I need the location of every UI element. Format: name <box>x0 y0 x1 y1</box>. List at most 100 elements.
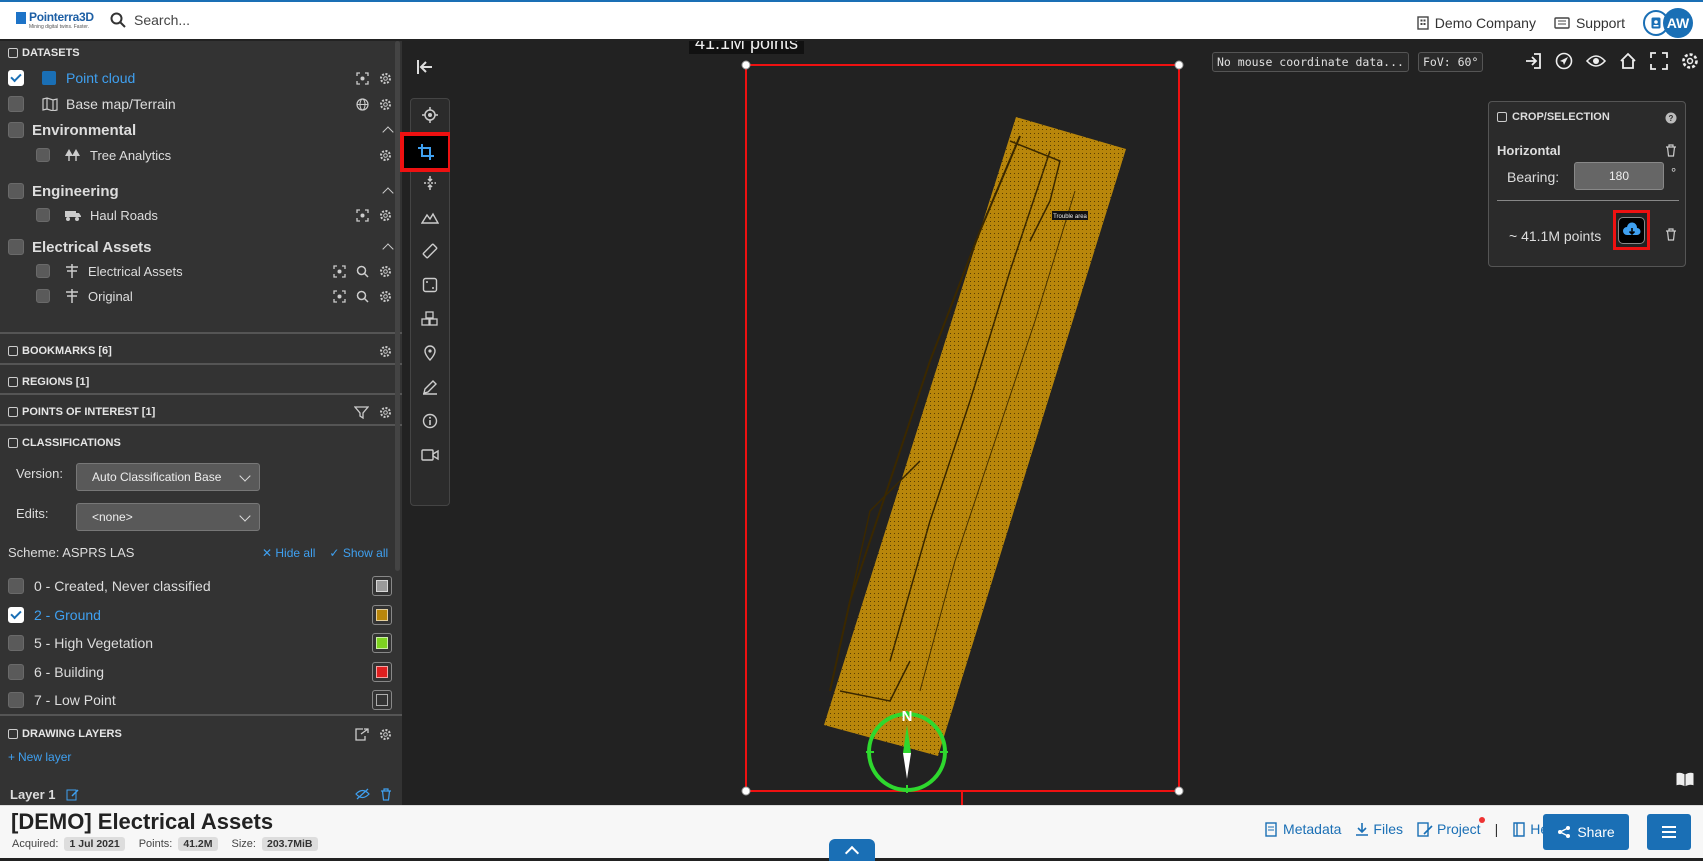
settings-icon[interactable] <box>379 265 392 278</box>
classifications-header[interactable]: CLASSIFICATIONS <box>0 435 402 451</box>
export-icon[interactable] <box>355 727 369 741</box>
focus-icon[interactable] <box>356 71 369 85</box>
layer-tree-analytics[interactable]: Tree Analytics <box>0 143 402 167</box>
settings-icon[interactable] <box>379 728 392 741</box>
layer-checkbox[interactable] <box>36 208 50 222</box>
class-checkbox[interactable] <box>8 692 24 708</box>
fov-readout[interactable]: FoV: 60° <box>1418 52 1484 72</box>
map-book-icon[interactable] <box>1675 771 1695 787</box>
navigate-icon[interactable] <box>1555 52 1573 70</box>
search-icon[interactable] <box>356 265 369 278</box>
delete-icon[interactable] <box>380 787 392 801</box>
group-environmental[interactable]: Environmental <box>0 117 402 143</box>
group-engineering[interactable]: Engineering <box>0 178 402 204</box>
hide-all-link[interactable]: ✕ Hide all <box>262 546 315 560</box>
draw-tool[interactable] <box>410 370 450 404</box>
filter-icon[interactable] <box>354 405 369 419</box>
support-link[interactable]: Support <box>1554 15 1625 31</box>
settings-icon[interactable] <box>379 72 392 85</box>
edits-select[interactable]: <none> <box>76 503 260 531</box>
eye-icon[interactable] <box>1586 52 1606 70</box>
crop-corner-handle[interactable] <box>741 60 751 70</box>
class-color-swatch[interactable] <box>372 690 392 710</box>
search-box[interactable]: Search... <box>110 12 190 28</box>
class-item-7[interactable]: 7 - Low Point <box>0 689 402 711</box>
download-crop-button[interactable] <box>1613 210 1650 250</box>
crop-corner-handle[interactable] <box>1174 786 1184 796</box>
menu-button[interactable] <box>1647 814 1691 850</box>
user-menu[interactable]: AW <box>1643 8 1693 38</box>
files-link[interactable]: Files <box>1355 821 1403 837</box>
dataset-point-cloud[interactable]: Point cloud <box>0 66 402 90</box>
focus-icon[interactable] <box>333 289 346 303</box>
class-checkbox[interactable] <box>8 664 24 680</box>
delete-icon[interactable] <box>1665 144 1677 157</box>
group-checkbox[interactable] <box>8 239 24 255</box>
crop-corner-handle[interactable] <box>741 786 751 796</box>
layer-checkbox[interactable] <box>36 148 50 162</box>
metadata-link[interactable]: Metadata <box>1265 821 1341 837</box>
layer-checkbox[interactable] <box>36 289 50 303</box>
layer-electrical-assets[interactable]: Electrical Assets <box>0 259 402 283</box>
base-map-checkbox[interactable] <box>8 96 24 112</box>
layer-haul-roads[interactable]: Haul Roads <box>0 203 402 227</box>
collapse-panel-button[interactable] <box>416 59 434 80</box>
settings-icon[interactable] <box>379 98 392 111</box>
class-item-0[interactable]: 0 - Created, Never classified <box>0 575 402 597</box>
settings-icon[interactable] <box>379 406 392 419</box>
group-checkbox[interactable] <box>8 122 24 138</box>
class-item-5[interactable]: 5 - High Vegetation <box>0 632 402 654</box>
video-tool[interactable] <box>410 438 450 472</box>
class-color-swatch[interactable] <box>372 662 392 682</box>
class-color-swatch[interactable] <box>372 633 392 653</box>
terrain-tool[interactable] <box>410 200 450 234</box>
settings-icon[interactable] <box>379 209 392 222</box>
group-checkbox[interactable] <box>8 183 24 199</box>
drawing-layers-header[interactable]: DRAWING LAYERS <box>0 726 402 742</box>
focus-icon[interactable] <box>333 264 346 278</box>
group-electrical-assets[interactable]: Electrical Assets <box>0 234 402 260</box>
poi-tool[interactable] <box>410 336 450 370</box>
search-icon[interactable] <box>356 290 369 303</box>
layer-original[interactable]: Original <box>0 284 402 308</box>
share-button[interactable]: Share <box>1543 814 1629 850</box>
help-icon[interactable]: ? <box>1665 112 1677 124</box>
company-link[interactable]: Demo Company <box>1417 15 1536 31</box>
objects-tool[interactable] <box>410 302 450 336</box>
show-all-link[interactable]: ✓ Show all <box>329 546 388 560</box>
home-icon[interactable] <box>1619 52 1637 70</box>
point-cloud-checkbox[interactable] <box>8 70 24 86</box>
settings-icon[interactable] <box>379 290 392 303</box>
crop-header[interactable]: CROP/SELECTION <box>1497 111 1610 123</box>
chevron-up-icon[interactable] <box>382 126 394 138</box>
search-input[interactable]: Search... <box>134 12 190 28</box>
locate-tool[interactable] <box>410 98 450 132</box>
chevron-up-icon[interactable] <box>382 243 394 255</box>
crop-tool[interactable] <box>400 132 452 172</box>
class-checkbox[interactable] <box>8 635 24 651</box>
version-select[interactable]: Auto Classification Base <box>76 463 260 491</box>
sign-in-icon[interactable] <box>1524 52 1542 70</box>
class-checkbox[interactable] <box>8 578 24 594</box>
regions-header[interactable]: REGIONS [1] <box>0 374 402 390</box>
settings-icon[interactable] <box>379 149 392 162</box>
focus-icon[interactable] <box>356 208 369 222</box>
settings-icon[interactable] <box>1681 52 1699 70</box>
edit-icon[interactable] <box>66 788 79 801</box>
measure-tool[interactable] <box>410 234 450 268</box>
new-layer-link[interactable]: + New layer <box>8 750 128 764</box>
chevron-up-icon[interactable] <box>382 187 394 199</box>
panel-scrollbar[interactable] <box>395 41 400 571</box>
frame-tool[interactable] <box>410 268 450 302</box>
drawing-layer-1[interactable]: Layer 1 <box>0 784 402 804</box>
delete-icon[interactable] <box>1665 228 1677 241</box>
dataset-base-map[interactable]: Base map/Terrain <box>0 92 402 116</box>
class-item-2[interactable]: 2 - Ground <box>0 604 402 626</box>
bearing-input[interactable]: 180 <box>1574 162 1664 190</box>
settings-icon[interactable] <box>379 345 392 358</box>
bookmarks-header[interactable]: BOOKMARKS [6] <box>0 343 402 359</box>
datasets-header[interactable]: DATASETS <box>0 47 402 59</box>
layer-checkbox[interactable] <box>36 264 50 278</box>
class-color-swatch[interactable] <box>372 605 392 625</box>
fullscreen-icon[interactable] <box>1650 52 1668 70</box>
